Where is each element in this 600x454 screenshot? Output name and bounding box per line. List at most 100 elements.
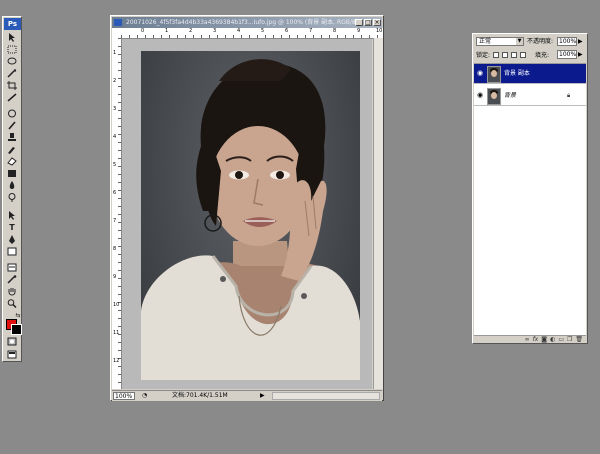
ruler-corner: [112, 28, 121, 38]
layer-list: ◉ 背景 副本 ◉ 背景 🔒︎: [474, 63, 586, 336]
lock-icon: 🔒︎: [567, 92, 571, 99]
ruler-label: 10: [376, 28, 383, 34]
eye-icon[interactable]: ◉: [476, 91, 484, 100]
adjustment-layer-icon[interactable]: ◐: [550, 336, 555, 343]
opacity-input[interactable]: 100%: [557, 37, 577, 46]
ruler-label: 4: [113, 134, 117, 140]
quick-mask-icon[interactable]: [6, 337, 18, 346]
ruler-label: 4: [237, 28, 241, 34]
slice-tool-icon[interactable]: [6, 93, 18, 102]
delete-layer-icon[interactable]: 🗑︎: [575, 336, 583, 343]
gradient-tool-icon[interactable]: [6, 169, 18, 178]
eraser-tool-icon[interactable]: [6, 157, 18, 166]
type-tool-icon[interactable]: T: [6, 223, 18, 232]
layer-row-background[interactable]: ◉ 背景 🔒︎: [474, 86, 586, 106]
ruler-label: 1: [165, 28, 169, 34]
healing-brush-tool-icon[interactable]: [6, 109, 18, 118]
layer-row-background-copy[interactable]: ◉ 背景 副本: [474, 64, 586, 84]
zoom-tool-icon[interactable]: [6, 299, 18, 308]
maximize-button[interactable]: □: [364, 19, 372, 26]
lock-transparency-checkbox[interactable]: [493, 52, 499, 58]
ruler-label: 12: [113, 358, 120, 364]
portrait-illustration: [141, 59, 360, 380]
ruler-label: 2: [113, 78, 117, 84]
horizontal-scrollbar[interactable]: [272, 392, 380, 400]
ruler-label: 0: [141, 28, 145, 34]
pen-tool-icon[interactable]: [6, 235, 18, 244]
eyedropper-tool-icon[interactable]: [6, 275, 18, 284]
document-titlebar[interactable]: 20071026_4f5f3fa4d4b33a4369384b1f3...Iuf…: [112, 17, 382, 28]
ruler-label: 3: [213, 28, 217, 34]
close-button[interactable]: ×: [373, 19, 381, 26]
ruler-label: 5: [113, 162, 117, 168]
lock-all-checkbox[interactable]: [520, 52, 526, 58]
blend-mode-value: 正常: [479, 38, 492, 45]
crop-tool-icon[interactable]: [6, 81, 18, 90]
zoom-level-field[interactable]: 100%: [113, 392, 135, 400]
magic-wand-tool-icon[interactable]: [6, 69, 18, 78]
toolbox: Ps T ⇆: [2, 16, 22, 362]
ruler-label: 6: [113, 190, 117, 196]
brush-tool-icon[interactable]: [6, 121, 18, 130]
ruler-label: 8: [333, 28, 337, 34]
ruler-left[interactable]: 1 2 3 4 5 6 7 8 9 10 11 12: [112, 38, 122, 389]
minimize-button[interactable]: _: [355, 19, 363, 26]
blur-tool-icon[interactable]: [6, 181, 18, 190]
ruler-label: 6: [285, 28, 289, 34]
blend-mode-select[interactable]: 正常 ▼: [476, 37, 524, 46]
ruler-label: 9: [357, 28, 361, 34]
move-tool-icon[interactable]: [6, 33, 18, 42]
dodge-tool-icon[interactable]: [6, 193, 18, 202]
link-layers-icon[interactable]: ∞: [525, 336, 530, 343]
marquee-tool-icon[interactable]: [6, 45, 18, 54]
layers-panel-footer: ∞ fx ◙ ◐ ▭ ❐ 🗑︎: [474, 335, 586, 343]
portrait-photo[interactable]: [141, 51, 360, 380]
layer-thumbnail: [487, 66, 501, 83]
notes-tool-icon[interactable]: [6, 263, 18, 272]
fill-label: 填充:: [535, 52, 550, 59]
layer-style-icon[interactable]: fx: [533, 336, 539, 343]
layer-mask-icon[interactable]: ◙: [541, 336, 547, 343]
layer-thumbnail: [487, 88, 501, 105]
chevron-down-icon: ▼: [516, 38, 523, 45]
ruler-top[interactable]: 0 1 2 3 4 5 6 7 8 9 10: [121, 28, 383, 39]
canvas-area[interactable]: [122, 39, 372, 389]
opacity-label: 不透明度:: [527, 38, 554, 45]
ruler-label: 7: [113, 218, 117, 224]
layers-panel: 正常 ▼ 不透明度: 100% ▶ 锁定: 填充: 100% ▶ ◉ 背景 副本…: [472, 33, 588, 344]
fill-input[interactable]: 100%: [557, 50, 577, 59]
ruler-label: 7: [309, 28, 313, 34]
fill-slider-arrow[interactable]: ▶: [578, 50, 583, 59]
path-selection-tool-icon[interactable]: [6, 211, 18, 220]
status-info-icon[interactable]: ◔: [142, 392, 147, 400]
lasso-tool-icon[interactable]: [6, 57, 18, 66]
new-layer-icon[interactable]: ❐: [567, 336, 572, 343]
ruler-label: 3: [113, 106, 117, 112]
eye-icon[interactable]: ◉: [476, 69, 484, 78]
ruler-label: 2: [189, 28, 193, 34]
status-menu-arrow[interactable]: ▶: [260, 392, 265, 400]
status-bar: 100% ◔ 文档:701.4K/1.51M ▶: [112, 390, 382, 401]
document-window: 20071026_4f5f3fa4d4b33a4369384b1f3...Iuf…: [110, 15, 384, 401]
history-brush-tool-icon[interactable]: [6, 145, 18, 154]
clone-stamp-tool-icon[interactable]: [6, 133, 18, 142]
screen-mode-icon[interactable]: [6, 350, 18, 359]
lock-position-checkbox[interactable]: [511, 52, 517, 58]
ruler-label: 5: [261, 28, 265, 34]
shape-tool-icon[interactable]: [6, 247, 18, 256]
layer-name: 背景: [504, 92, 517, 99]
lock-pixels-checkbox[interactable]: [502, 52, 508, 58]
opacity-slider-arrow[interactable]: ▶: [578, 37, 583, 46]
document-title: 20071026_4f5f3fa4d4b33a4369384b1f3...Iuf…: [126, 19, 359, 26]
ruler-label: 10: [113, 302, 120, 308]
hand-tool-icon[interactable]: [6, 287, 18, 296]
ruler-label: 9: [113, 274, 117, 280]
vertical-scrollbar[interactable]: [373, 38, 383, 389]
background-color-swatch[interactable]: [11, 324, 22, 335]
layer-name: 背景 副本: [504, 70, 530, 77]
ruler-label: 1: [113, 50, 117, 56]
lock-label: 锁定:: [476, 52, 491, 59]
ps-document-icon: [114, 19, 122, 26]
new-group-icon[interactable]: ▭: [558, 336, 564, 343]
layer-thumbnail-face: [491, 92, 497, 99]
